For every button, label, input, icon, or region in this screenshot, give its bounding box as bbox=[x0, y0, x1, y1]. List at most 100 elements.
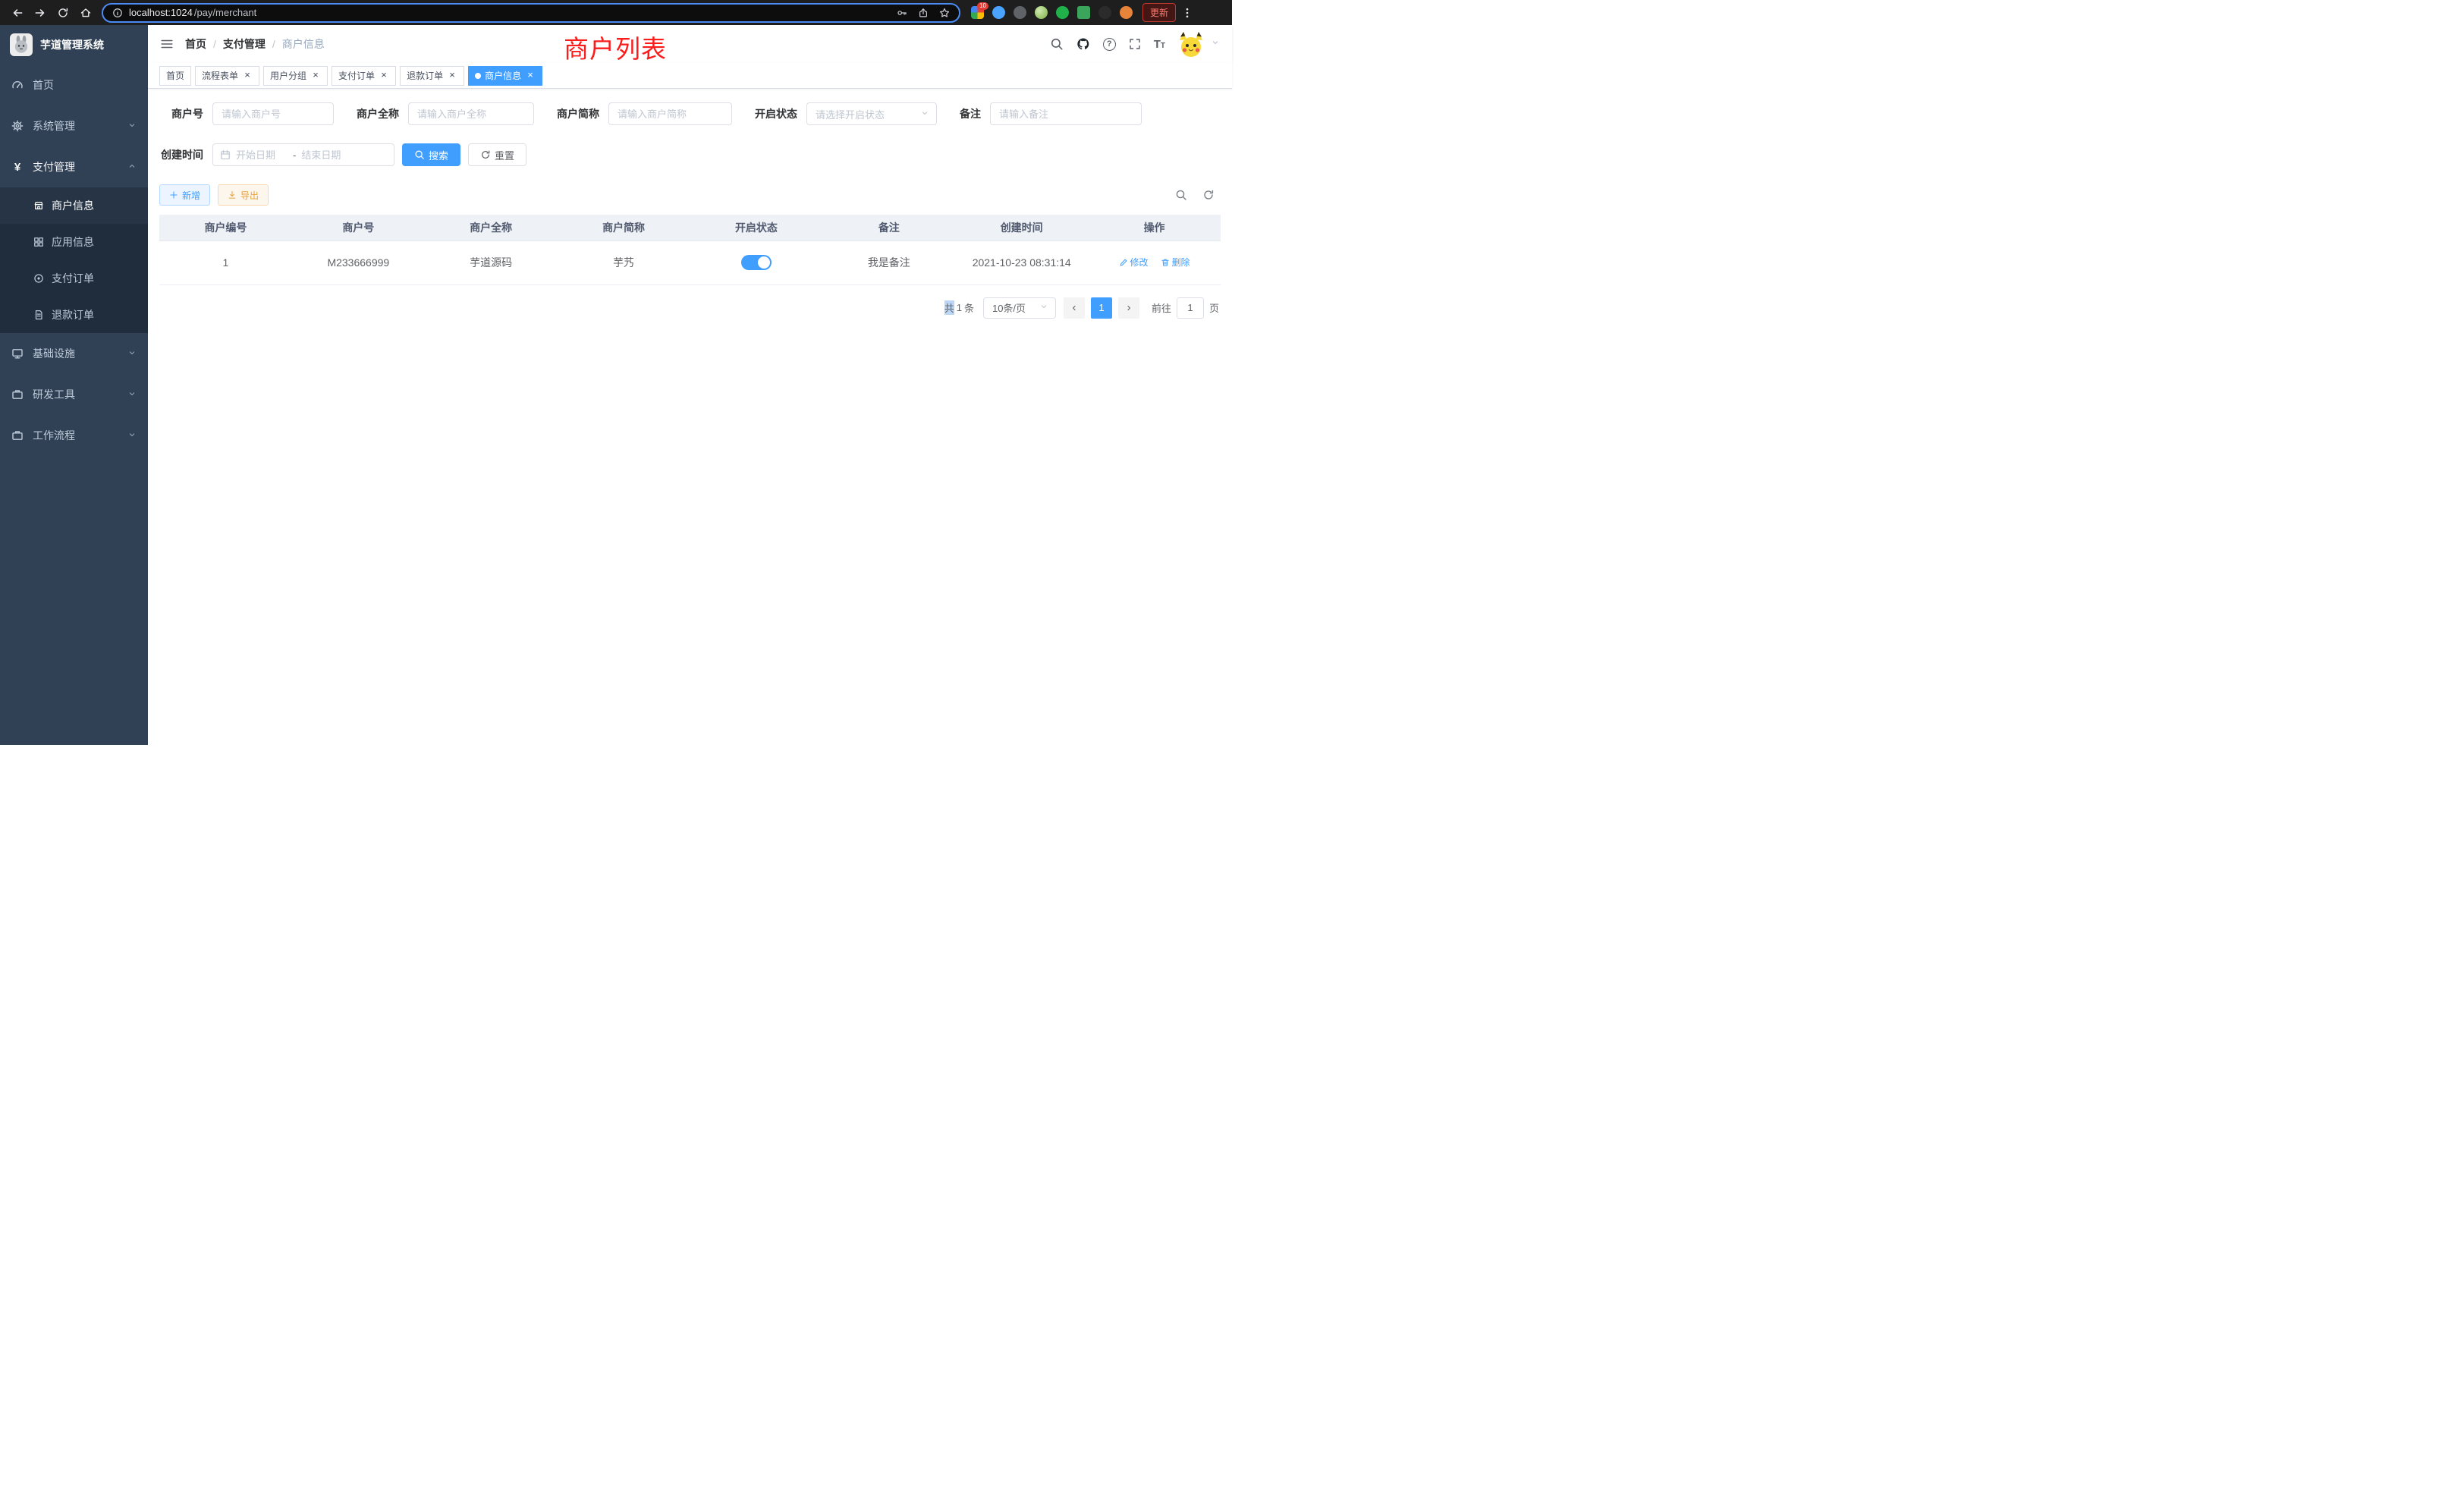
github-icon[interactable] bbox=[1076, 37, 1090, 51]
close-icon[interactable]: × bbox=[447, 71, 457, 81]
merchant-no-label: 商户号 bbox=[159, 106, 203, 121]
extension-badge: 10 bbox=[977, 2, 988, 10]
col-short-name: 商户简称 bbox=[558, 215, 690, 240]
sidebar-item-payment[interactable]: ¥ 支付管理 bbox=[0, 146, 148, 187]
extension-icon-7[interactable] bbox=[1098, 6, 1111, 19]
sidebar-item-refund-order[interactable]: 退款订单 bbox=[0, 297, 148, 333]
chevron-down-icon bbox=[1039, 302, 1048, 313]
export-button[interactable]: 导出 bbox=[218, 184, 269, 206]
sidebar-item-label: 退款订单 bbox=[52, 307, 94, 322]
tab-user-group[interactable]: 用户分组× bbox=[263, 66, 328, 86]
start-date-input[interactable] bbox=[236, 149, 288, 161]
sidebar-item-home[interactable]: 首页 bbox=[0, 64, 148, 105]
calendar-icon bbox=[220, 149, 231, 160]
url-host: localhost:1024 bbox=[129, 7, 193, 18]
status-select[interactable]: 请选择开启状态 bbox=[806, 102, 937, 125]
avatar[interactable] bbox=[1178, 31, 1204, 57]
search-button[interactable]: 搜索 bbox=[402, 143, 460, 166]
extension-icon-5[interactable] bbox=[1056, 6, 1069, 19]
sidebar-item-label: 商户信息 bbox=[52, 198, 94, 213]
edit-button[interactable]: 修改 bbox=[1119, 256, 1149, 269]
table-row: 1 M233666999 芋道源码 芋艿 我是备注 2021-10-23 08:… bbox=[159, 240, 1221, 284]
profile-caret-icon[interactable] bbox=[1211, 37, 1220, 51]
sidebar-item-merchant-info[interactable]: 商户信息 bbox=[0, 187, 148, 224]
sidebar-item-workflow[interactable]: 工作流程 bbox=[0, 415, 148, 456]
close-icon[interactable]: × bbox=[242, 71, 253, 81]
browser-reload-button[interactable] bbox=[52, 2, 74, 24]
browser-home-button[interactable] bbox=[74, 2, 97, 24]
col-status: 开启状态 bbox=[690, 215, 823, 240]
delete-button[interactable]: 删除 bbox=[1161, 256, 1190, 269]
merchant-no-input[interactable] bbox=[212, 102, 334, 125]
next-page-button[interactable] bbox=[1118, 297, 1139, 319]
tab-refund-order[interactable]: 退款订单× bbox=[400, 66, 464, 86]
tab-merchant-info[interactable]: 商户信息× bbox=[468, 66, 542, 86]
share-icon[interactable] bbox=[918, 8, 929, 18]
hamburger-icon[interactable] bbox=[160, 37, 174, 51]
breadcrumb-separator: / bbox=[272, 38, 275, 50]
sidebar-item-label: 支付管理 bbox=[33, 159, 75, 174]
extension-icon-4[interactable] bbox=[1035, 6, 1048, 19]
close-icon[interactable]: × bbox=[379, 71, 389, 81]
sidebar-item-system[interactable]: 系统管理 bbox=[0, 105, 148, 146]
pagination-total: 共 1 条 bbox=[944, 300, 974, 315]
password-key-icon[interactable] bbox=[897, 8, 907, 18]
tab-home[interactable]: 首页 bbox=[159, 66, 191, 86]
goto-page-input[interactable] bbox=[1177, 297, 1204, 319]
add-button[interactable]: 新增 bbox=[159, 184, 210, 206]
help-icon[interactable]: ? bbox=[1103, 38, 1116, 51]
sidebar-item-app-info[interactable]: 应用信息 bbox=[0, 224, 148, 260]
cell-actions: 修改删除 bbox=[1088, 240, 1221, 284]
reset-button[interactable]: 重置 bbox=[468, 143, 526, 166]
sidebar-item-pay-order[interactable]: 支付订单 bbox=[0, 260, 148, 297]
goto-suffix: 页 bbox=[1209, 300, 1219, 315]
breadcrumb-home[interactable]: 首页 bbox=[185, 36, 206, 52]
close-icon[interactable]: × bbox=[525, 71, 536, 81]
end-date-input[interactable] bbox=[301, 149, 353, 161]
extension-icon-2[interactable] bbox=[992, 6, 1005, 19]
fullscreen-icon[interactable] bbox=[1129, 38, 1141, 50]
cell-merchant-id: 1 bbox=[159, 240, 292, 284]
search-icon[interactable] bbox=[1050, 37, 1064, 51]
browser-forward-button[interactable] bbox=[29, 2, 52, 24]
toggle-search-icon[interactable] bbox=[1175, 189, 1187, 201]
refresh-icon[interactable] bbox=[1202, 189, 1215, 201]
chevron-down-icon bbox=[127, 347, 137, 360]
tab-pay-order[interactable]: 支付订单× bbox=[332, 66, 396, 86]
col-merchant-no: 商户号 bbox=[292, 215, 425, 240]
extension-icon-1[interactable]: 10 bbox=[971, 6, 984, 19]
prev-page-button[interactable] bbox=[1064, 297, 1085, 319]
chevron-down-icon bbox=[127, 388, 137, 401]
page-info-icon[interactable] bbox=[112, 8, 123, 18]
merchant-short-input[interactable] bbox=[608, 102, 732, 125]
browser-update-button[interactable]: 更新 bbox=[1142, 3, 1176, 22]
merchant-short-label: 商户简称 bbox=[557, 106, 599, 121]
font-size-icon[interactable]: TT bbox=[1154, 39, 1165, 50]
extension-icon-8[interactable] bbox=[1120, 6, 1133, 19]
col-remark: 备注 bbox=[822, 215, 955, 240]
app-logo[interactable]: 芋道管理系统 bbox=[0, 25, 148, 64]
merchant-name-input[interactable] bbox=[408, 102, 534, 125]
page-size-select[interactable]: 10条/页 bbox=[983, 297, 1056, 319]
sidebar-item-devtools[interactable]: 研发工具 bbox=[0, 374, 148, 415]
extension-icon-6[interactable] bbox=[1077, 6, 1090, 19]
remark-input[interactable] bbox=[990, 102, 1142, 125]
tab-process-form[interactable]: 流程表单× bbox=[195, 66, 259, 86]
status-toggle[interactable] bbox=[741, 255, 772, 270]
browser-toolbar: localhost:1024/pay/merchant 10 更新 bbox=[0, 0, 1232, 25]
extension-icon-3[interactable] bbox=[1014, 6, 1026, 19]
browser-menu-icon[interactable] bbox=[1181, 7, 1193, 19]
browser-back-button[interactable] bbox=[6, 2, 29, 24]
page-number-1[interactable]: 1 bbox=[1091, 297, 1112, 319]
breadcrumb-payment[interactable]: 支付管理 bbox=[223, 36, 266, 52]
sidebar-item-infra[interactable]: 基础设施 bbox=[0, 333, 148, 374]
bookmark-star-icon[interactable] bbox=[939, 8, 950, 18]
create-time-range-picker[interactable]: - bbox=[212, 143, 394, 166]
create-time-label: 创建时间 bbox=[159, 147, 203, 162]
chevron-up-icon bbox=[127, 161, 137, 173]
close-icon[interactable]: × bbox=[310, 71, 321, 81]
extensions-area: 10 bbox=[971, 6, 1133, 19]
address-bar[interactable]: localhost:1024/pay/merchant bbox=[102, 3, 960, 23]
sidebar-item-label: 研发工具 bbox=[33, 387, 75, 402]
logo-rabbit-icon bbox=[10, 33, 33, 56]
